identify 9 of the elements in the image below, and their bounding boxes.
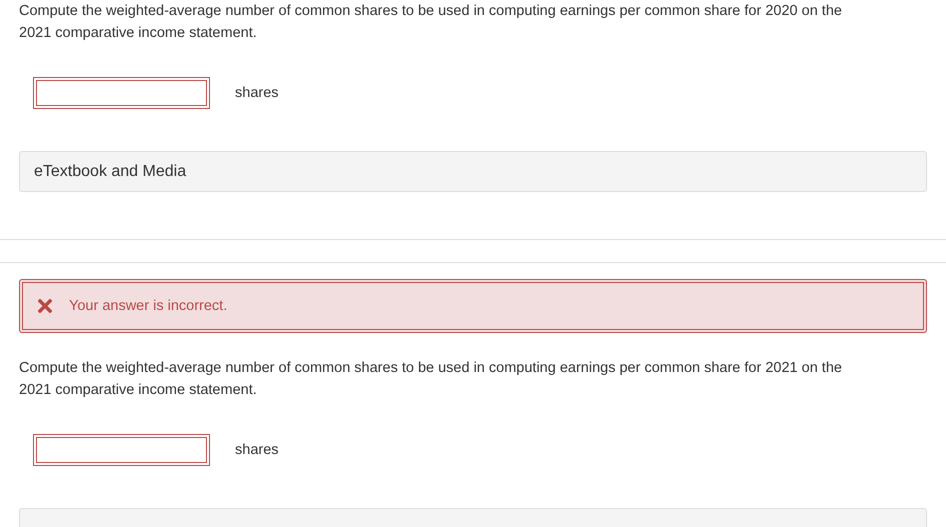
answer-field[interactable] bbox=[33, 434, 210, 466]
unit-label: shares bbox=[235, 85, 279, 101]
question-text: Compute the weighted-average number of common shares to be used in computing earnings per common share for 2021 on the 2021 comparative income statement. bbox=[19, 359, 843, 400]
etextbook-media-link[interactable]: eTextbook and Media bbox=[19, 151, 927, 192]
unit-label: shares bbox=[235, 442, 279, 458]
cross-icon bbox=[38, 299, 52, 313]
alert-message: Your answer is incorrect. bbox=[69, 298, 228, 314]
answer-field[interactable] bbox=[33, 77, 210, 109]
question-text: Compute the weighted-average number of common shares to be used in computing earnings per common share for 2020 on the 2021 comparative income statement. bbox=[19, 2, 843, 43]
